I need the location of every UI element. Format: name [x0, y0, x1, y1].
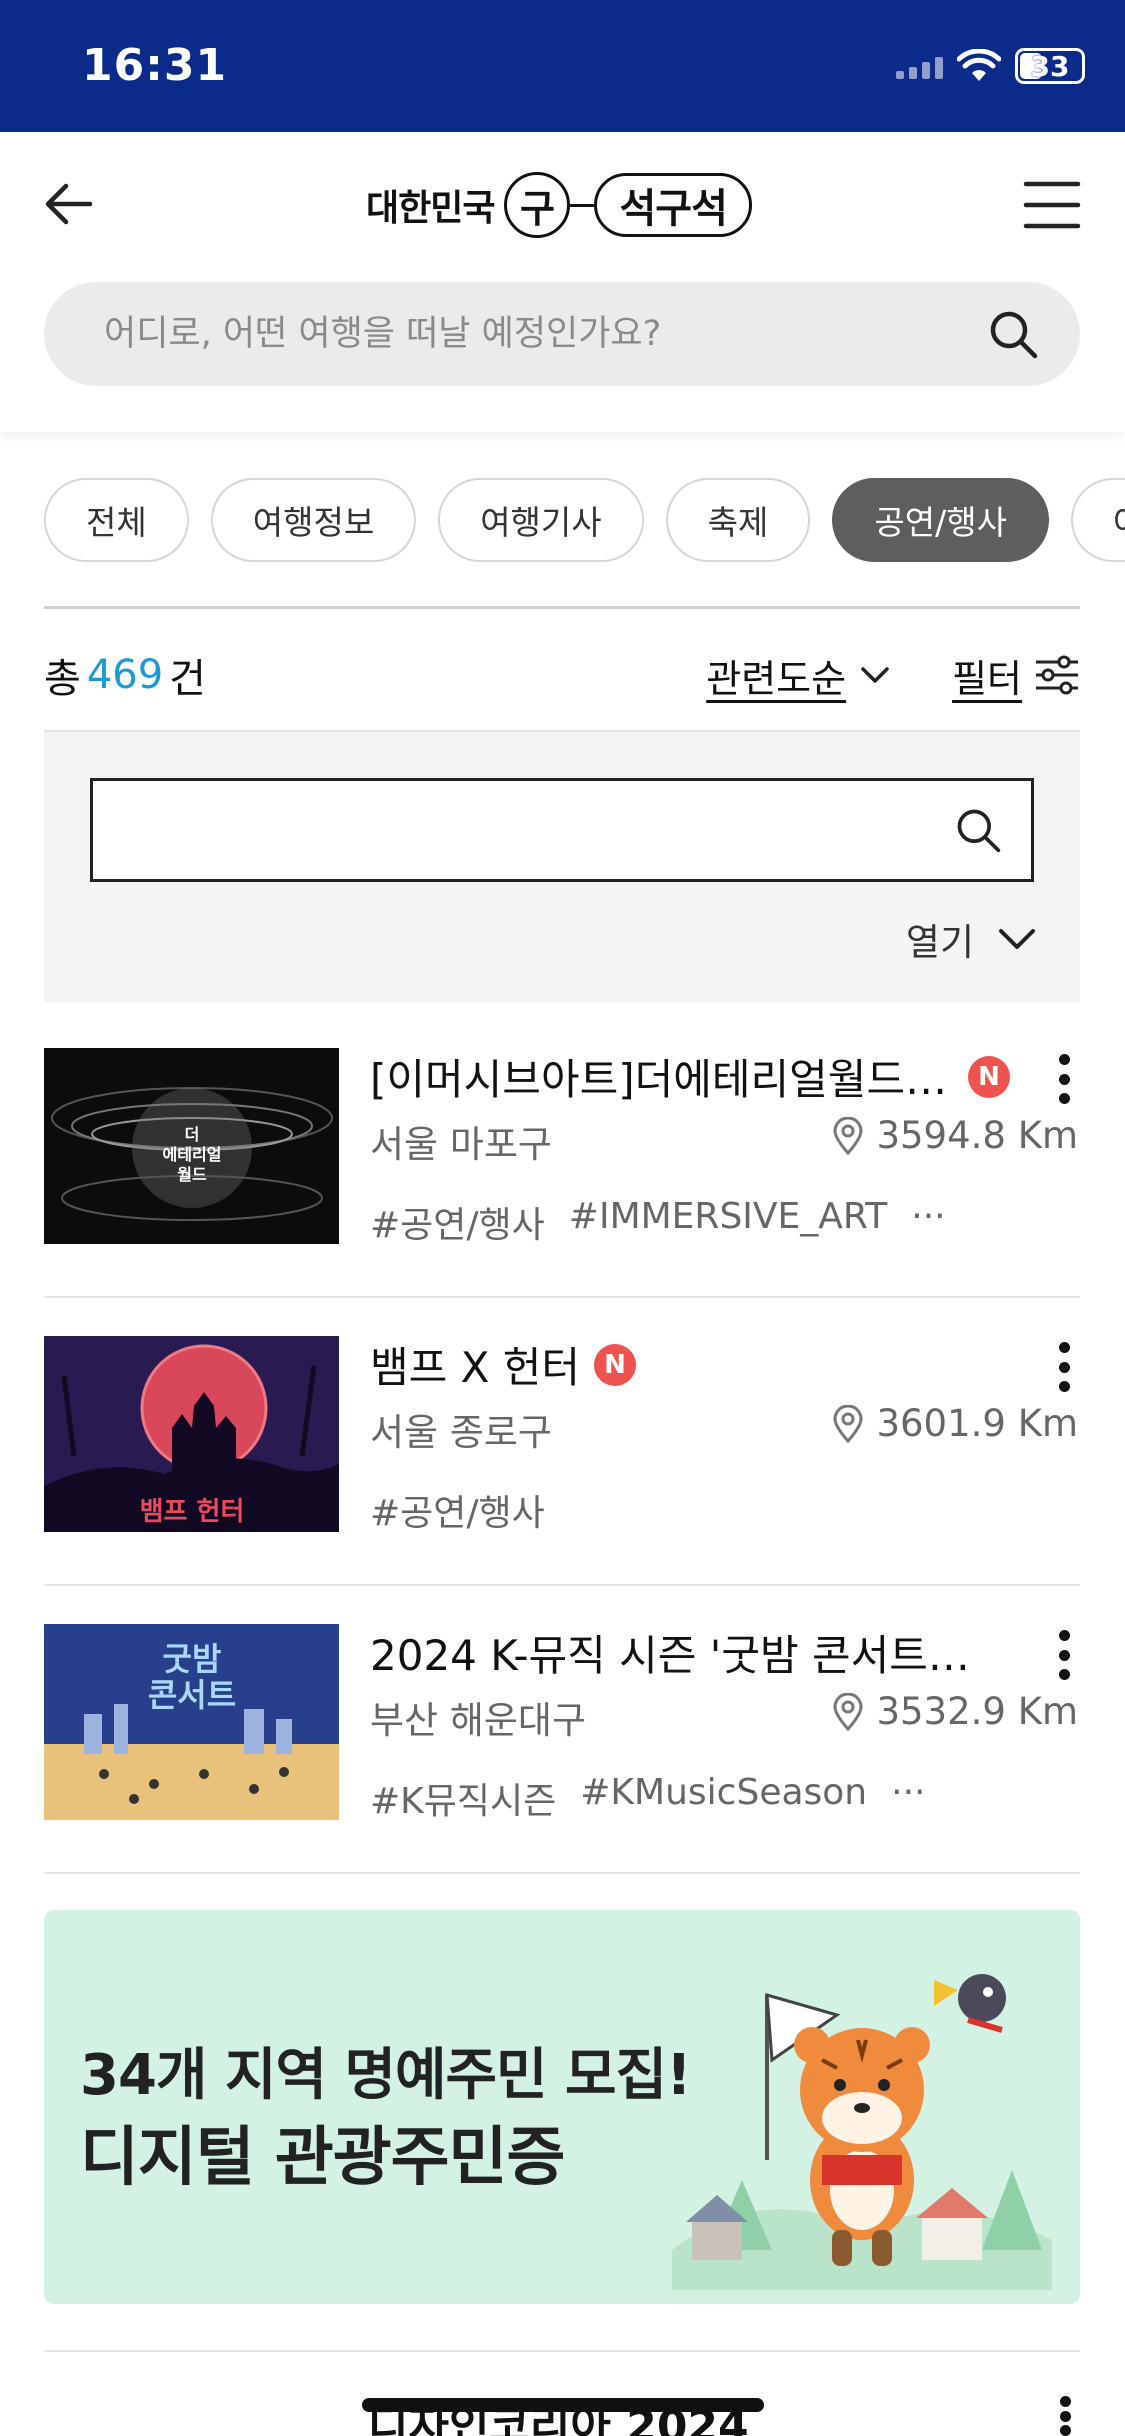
- item-tags: #공연/행사 #IMMERSIVE_ART ···: [370, 1196, 946, 1248]
- tab-travel-articles[interactable]: 여행기사: [438, 478, 644, 562]
- count-prefix: 총: [44, 656, 81, 702]
- thumb-text: 뱀프 헌터: [140, 1497, 245, 1527]
- chevron-down-icon: [861, 667, 889, 683]
- event-thumbnail[interactable]: 뱀프 헌터: [44, 1336, 339, 1532]
- keyword-search-input[interactable]: [121, 810, 953, 850]
- item-tags: #공연/행사: [370, 1484, 545, 1536]
- list-item[interactable]: 뱀프 헌터 뱀프 X 헌터 N 서울 종로구 3601.9 Km #공연/행사: [44, 1298, 1080, 1586]
- more-options-icon[interactable]: [1052, 1054, 1076, 1104]
- tab-travel-info[interactable]: 여행정보: [210, 478, 417, 562]
- battery-level: 33: [1030, 49, 1070, 83]
- tab-all[interactable]: 전체: [44, 478, 189, 562]
- item-distance: 3532.9 Km: [876, 1690, 1078, 1733]
- back-arrow-icon[interactable]: [40, 174, 100, 234]
- cellular-signal-icon: [896, 53, 943, 79]
- item-tags: #K뮤직시즌 #KMusicSeason ···: [370, 1772, 925, 1824]
- hamburger-menu-icon[interactable]: [1023, 176, 1081, 234]
- item-title-row[interactable]: 뱀프 X 헌터 N: [370, 1334, 1010, 1395]
- tab-performances-events[interactable]: 공연/행사: [832, 478, 1049, 562]
- status-bar: 16:31 33: [0, 0, 1125, 132]
- search-icon[interactable]: [986, 307, 1040, 361]
- tab-festivals[interactable]: 축제: [665, 478, 811, 562]
- keyword-search-box[interactable]: [90, 778, 1034, 882]
- filter-panel: 열기: [44, 730, 1080, 1002]
- next-item-title[interactable]: 디자인코리아 2024: [368, 2390, 749, 2436]
- tag[interactable]: #공연/행사: [370, 1196, 545, 1248]
- tag[interactable]: #KMusicSeason: [580, 1772, 867, 1824]
- item-distance-wrap: 3594.8 Km: [832, 1114, 1078, 1157]
- filter-button[interactable]: 필터: [952, 648, 1080, 703]
- location-pin-icon: [833, 1116, 863, 1155]
- sort-label: 관련도순: [706, 656, 847, 701]
- banner-subheadline: 디지털 관광주민증: [80, 2121, 565, 2195]
- tab-more-partial[interactable]: 여: [1070, 478, 1125, 562]
- section-divider: [44, 2350, 1080, 2352]
- event-thumbnail[interactable]: 굿밤 콘서트: [44, 1624, 339, 1820]
- banner-headline: 34개 지역 명예주민 모집!: [80, 2043, 692, 2108]
- tag[interactable]: #공연/행사: [370, 1484, 545, 1536]
- main-search-bar[interactable]: [44, 282, 1080, 386]
- status-time: 16:31: [82, 40, 228, 91]
- thumb-text: 에테리얼: [163, 1145, 222, 1164]
- item-location: 부산 해운대구: [370, 1699, 587, 1742]
- item-title[interactable]: 2024 K-뮤직 시즌 '굿밤 콘서트 in …: [370, 1622, 970, 1683]
- tiger-mascot-illustration: [672, 1974, 1052, 2290]
- filter-label: 필터: [952, 656, 1022, 701]
- thumb-text: 월드: [177, 1165, 207, 1184]
- status-indicators: 33: [896, 48, 1085, 84]
- result-count: 총 469 건: [44, 646, 206, 704]
- list-item[interactable]: 더 에테리얼 월드 [이머시브아트]더에테리얼월드(… N 서울 마포구 359…: [44, 1010, 1080, 1298]
- item-location: 서울 종로구: [370, 1411, 552, 1454]
- tag[interactable]: #K뮤직시즌: [370, 1772, 556, 1824]
- event-thumbnail[interactable]: 더 에테리얼 월드: [44, 1048, 339, 1244]
- expand-toggle-label: 열기: [905, 921, 974, 964]
- item-location: 서울 마포구: [370, 1123, 552, 1166]
- more-tags[interactable]: ···: [891, 1772, 925, 1824]
- more-options-icon[interactable]: [1053, 2396, 1077, 2436]
- section-divider: [44, 606, 1080, 609]
- result-list: 더 에테리얼 월드 [이머시브아트]더에테리얼월드(… N 서울 마포구 359…: [44, 1010, 1080, 1874]
- tag[interactable]: #IMMERSIVE_ART: [569, 1196, 888, 1248]
- new-badge: N: [968, 1055, 1010, 1098]
- more-options-icon[interactable]: [1052, 1630, 1076, 1680]
- main-search-input[interactable]: [104, 314, 986, 354]
- count-suffix: 건: [169, 656, 206, 702]
- item-distance: 3594.8 Km: [876, 1114, 1078, 1157]
- results-toolbar: 총 469 건 관련도순 필터: [44, 620, 1080, 730]
- thumb-text: 콘서트: [148, 1676, 236, 1714]
- chevron-down-icon: [999, 929, 1035, 949]
- item-title[interactable]: 뱀프 X 헌터: [370, 1334, 580, 1395]
- item-distance-wrap: 3532.9 Km: [832, 1690, 1078, 1733]
- battery-icon: 33: [1015, 48, 1085, 84]
- location-pin-icon: [833, 1404, 863, 1443]
- logo-text-korea: 대한민국: [366, 188, 495, 229]
- filter-sliders-icon: [1036, 655, 1078, 695]
- expand-toggle[interactable]: 열기: [906, 912, 1036, 966]
- more-options-icon[interactable]: [1052, 1342, 1076, 1392]
- logo-circle: 구: [504, 172, 571, 238]
- item-distance: 3601.9 Km: [876, 1402, 1078, 1445]
- count-number: 469: [86, 652, 164, 698]
- location-pin-icon: [833, 1692, 863, 1731]
- list-item[interactable]: 굿밤 콘서트 2024 K-뮤직 시즌 '굿밤 콘서트 in … 부산 해운대구…: [44, 1586, 1080, 1874]
- logo-connector: [570, 203, 595, 207]
- item-title-row[interactable]: 2024 K-뮤직 시즌 '굿밤 콘서트 in …: [370, 1622, 1010, 1683]
- sort-dropdown[interactable]: 관련도순: [706, 648, 890, 703]
- category-tabs: 전체 여행정보 여행기사 축제 공연/행사 여: [44, 478, 1125, 562]
- logo-pill: 석구석: [594, 173, 752, 237]
- wifi-icon: [957, 49, 1001, 81]
- app-header: 대한민국 구 석구석: [0, 132, 1125, 432]
- new-badge: N: [594, 1343, 637, 1386]
- thumb-text: 더: [185, 1125, 200, 1144]
- item-title-row[interactable]: [이머시브아트]더에테리얼월드(… N: [370, 1046, 1010, 1107]
- brand-logo[interactable]: 대한민국 구 석구석: [366, 170, 752, 240]
- more-tags[interactable]: ···: [911, 1196, 945, 1248]
- item-title[interactable]: [이머시브아트]더에테리얼월드(…: [370, 1046, 954, 1107]
- item-distance-wrap: 3601.9 Km: [832, 1402, 1078, 1445]
- search-icon[interactable]: [953, 805, 1003, 855]
- promo-banner[interactable]: 34개 지역 명예주민 모집! 디지털 관광주민증: [44, 1910, 1080, 2304]
- home-indicator[interactable]: [362, 2398, 764, 2412]
- thumb-text: 굿밤: [163, 1640, 222, 1678]
